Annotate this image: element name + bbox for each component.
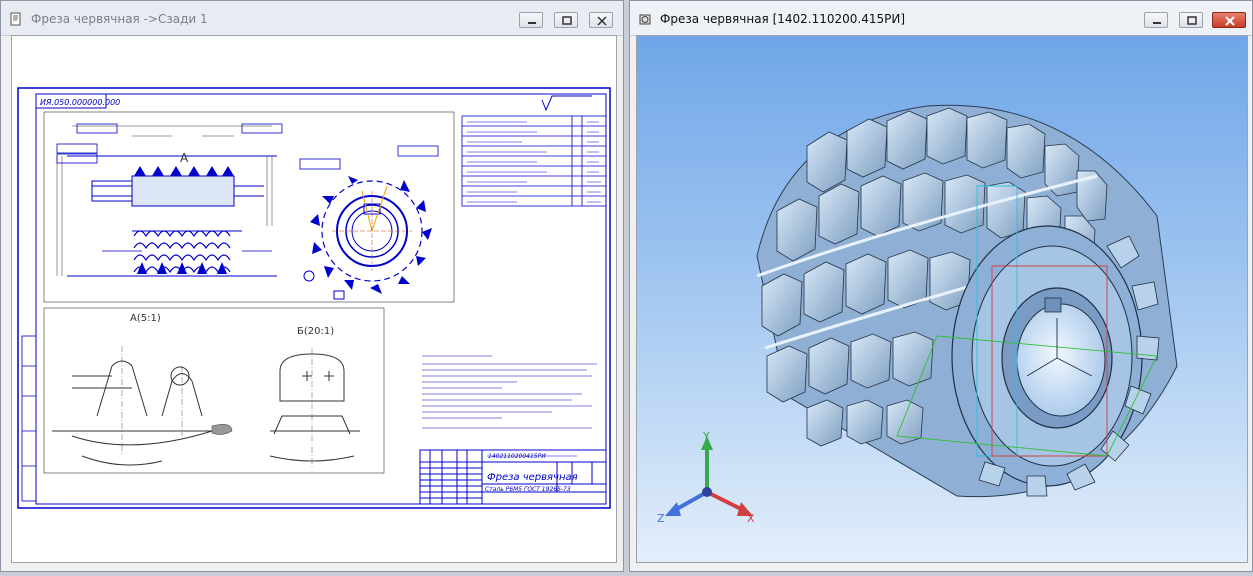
maximize-button[interactable] bbox=[554, 12, 578, 28]
gear-hob-3d-model: Y X Z bbox=[657, 104, 1178, 525]
minimize-icon bbox=[1153, 22, 1161, 24]
minimize-icon bbox=[528, 22, 536, 24]
window-title: Фреза червячная ->Сзади 1 bbox=[31, 12, 208, 26]
restore-icon bbox=[562, 16, 572, 25]
axis-x-label: X bbox=[747, 512, 755, 525]
maximize-button[interactable] bbox=[1179, 12, 1203, 28]
axis-z-label: Z bbox=[657, 512, 665, 525]
drawing-viewport[interactable]: ИЯ.050.000000.000 A А(5:1) Б(20:1) Фреза… bbox=[11, 35, 617, 563]
model-window[interactable]: Фреза червячная [1402.110200.415РИ] Y X … bbox=[629, 0, 1253, 572]
minimize-button[interactable] bbox=[519, 12, 543, 28]
view-a-label: А(5:1) bbox=[130, 313, 161, 324]
document-icon bbox=[10, 12, 21, 26]
title-block-name: Фреза червячная bbox=[487, 472, 578, 483]
svg-text:A: A bbox=[180, 151, 189, 165]
drawing-window-titlebar[interactable]: Фреза червячная ->Сзади 1 bbox=[1, 1, 623, 36]
axis-y-label: Y bbox=[702, 430, 710, 443]
view-b-label: Б(20:1) bbox=[297, 326, 334, 337]
drawing-code: ИЯ.050.000000.000 bbox=[40, 98, 120, 107]
model-window-titlebar[interactable]: Фреза червячная [1402.110200.415РИ] bbox=[630, 1, 1252, 36]
close-button[interactable] bbox=[589, 12, 613, 28]
window-title: Фреза червячная [1402.110200.415РИ] bbox=[660, 12, 906, 26]
title-block-material: Сталь Р6М5 ГОСТ 19265-73 bbox=[485, 486, 571, 493]
restore-icon bbox=[1187, 16, 1197, 25]
close-icon bbox=[1225, 16, 1235, 26]
model-viewport[interactable]: Y X Z bbox=[636, 35, 1248, 563]
close-button[interactable] bbox=[1212, 12, 1246, 28]
model-icon bbox=[639, 14, 651, 25]
technical-drawing: ИЯ.050.000000.000 A А(5:1) Б(20:1) Фреза… bbox=[17, 87, 611, 509]
minimize-button[interactable] bbox=[1144, 12, 1168, 28]
drawing-window[interactable]: Фреза червячная ->Сзади 1 ИЯ.050.000000.… bbox=[0, 0, 624, 572]
axis-triad: Y X Z bbox=[657, 430, 755, 525]
title-block-code: 1402110200415РИ bbox=[488, 453, 546, 460]
close-icon bbox=[597, 16, 607, 26]
